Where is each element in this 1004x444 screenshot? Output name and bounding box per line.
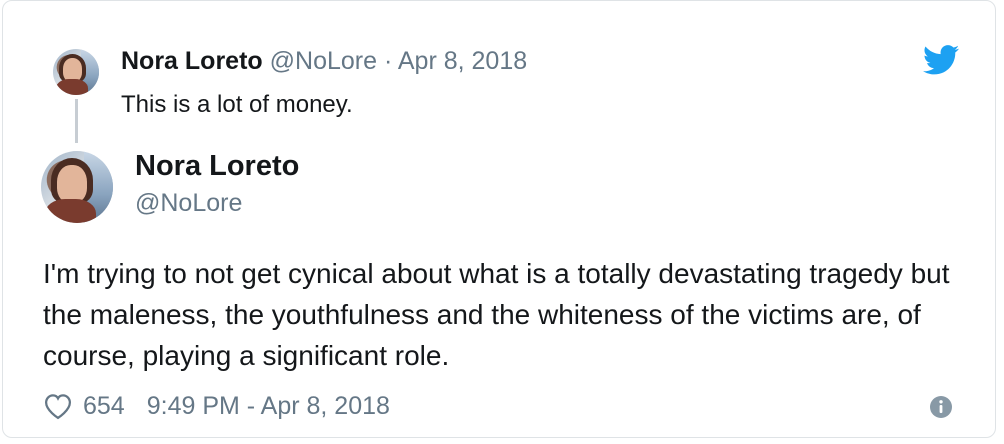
meta-separator: · [383,47,393,75]
quoted-author-avatar[interactable] [53,49,99,95]
twitter-bird-icon[interactable] [923,45,959,75]
tweet-text: I'm trying to not get cynical about what… [43,258,950,371]
author-handle[interactable]: @NoLore [135,189,242,218]
quoted-author-name[interactable]: Nora Loreto [121,47,263,75]
quoted-tweet-header: Nora Loreto @NoLore · Apr 8, 2018 [121,47,527,76]
heart-icon[interactable] [43,392,73,420]
tweet-embed-card: Nora Loreto @NoLore · Apr 8, 2018 This i… [2,0,996,438]
tweet-footer: 654 9:49 PM - Apr 8, 2018 [43,389,390,423]
quoted-tweet-date[interactable]: Apr 8, 2018 [398,47,527,75]
quoted-tweet-text: This is a lot of money. [121,91,353,118]
tweet-timestamp[interactable]: 9:49 PM - Apr 8, 2018 [147,392,390,421]
like-count[interactable]: 654 [83,392,125,421]
author-name[interactable]: Nora Loreto [135,150,299,183]
quoted-author-handle[interactable]: @NoLore [270,47,377,75]
thread-connector-line [75,99,78,143]
info-icon[interactable] [929,395,953,419]
author-avatar[interactable] [41,151,113,223]
